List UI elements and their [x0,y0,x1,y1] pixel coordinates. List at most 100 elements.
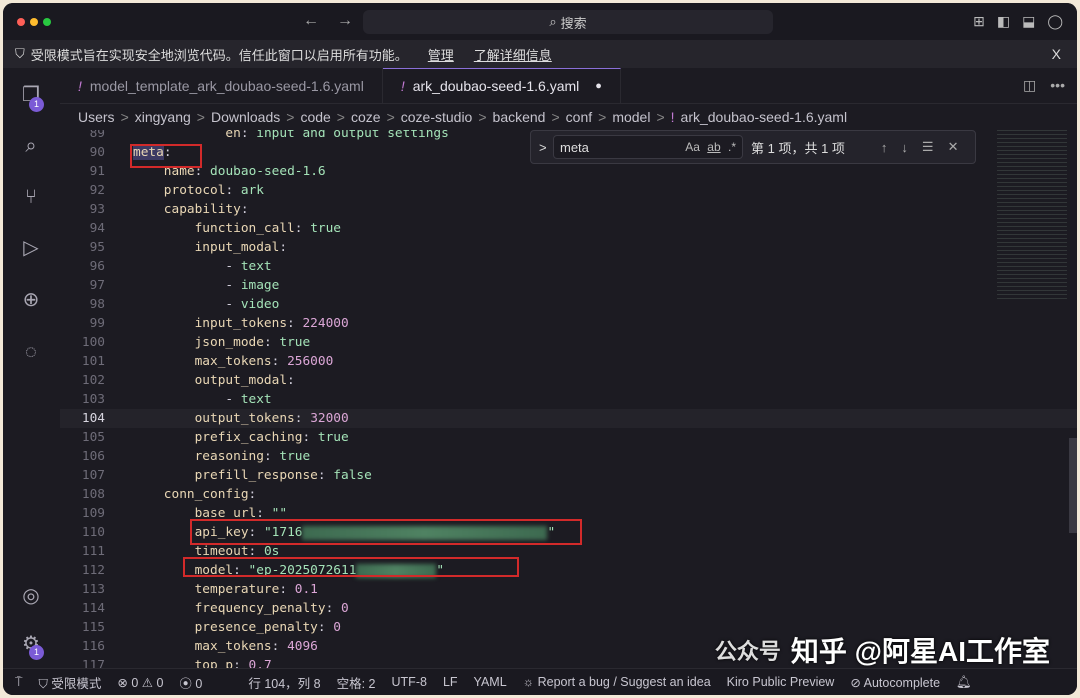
match-case-icon[interactable]: Aa [685,140,700,154]
manage-link[interactable]: 管理 [428,45,454,64]
kiro-preview-label[interactable]: Kiro Public Preview [727,675,835,689]
regex-icon[interactable]: .* [728,140,736,154]
breadcrumb-item[interactable]: backend [493,109,546,125]
banner-message: 受限模式旨在实现安全地浏览代码。信任此窗口以启用所有功能。 [30,47,408,63]
code-line[interactable]: 108 conn_config: [60,485,1077,504]
toggle-sidebar-icon[interactable]: ◧ [997,13,1010,30]
toggle-replace-button[interactable]: > [539,140,547,155]
code-line[interactable]: 95 input_modal: [60,238,1077,257]
breadcrumb-item[interactable]: xingyang [135,109,191,125]
line-content: - text [225,257,271,276]
code-line[interactable]: 93 capability: [60,200,1077,219]
status-bar: ⍑ ⛉ 受限模式 ⊗ 0 ⚠ 0 ⦿ 0 行 104，列 8 空格: 2 UTF… [3,668,1077,695]
code-line[interactable]: 96 - text [60,257,1077,276]
learn-more-link[interactable]: 了解详细信息 [474,45,552,64]
cursor-position[interactable]: 行 104，列 8 [248,673,320,692]
line-content: json_mode: true [194,335,311,350]
minimize-window-button[interactable] [30,17,38,26]
code-line[interactable]: 91 name: doubao-seed-1.6 [60,162,1077,181]
breadcrumb-item[interactable]: code [300,109,330,125]
breadcrumb-item[interactable]: Users [78,109,115,125]
code-line[interactable]: 103 - text [60,390,1077,409]
whole-word-icon[interactable]: ab [707,140,720,154]
yaml-value: doubao-seed-1.6 [210,164,326,179]
code-line[interactable]: 104 output_tokens: 32000 [60,409,1077,428]
more-actions-icon[interactable]: ••• [1050,77,1065,94]
code-line[interactable]: 114 frequency_penalty: 0 [60,599,1077,618]
previous-match-button[interactable]: ↑ [881,140,888,155]
chat-icon[interactable]: ◯ [1047,13,1063,30]
toggle-panel-icon[interactable]: ⬓ [1022,13,1035,30]
code-line[interactable]: 102 output_modal: [60,371,1077,390]
window-controls[interactable] [17,17,51,26]
line-content: prefill_response: false [194,468,372,483]
yaml-key: max_tokens [194,639,272,654]
command-search-box[interactable]: ⌕ 搜索 [363,10,773,34]
find-in-selection-button[interactable]: ☰ [922,139,934,155]
autocomplete-status[interactable]: ⊘ Autocomplete [850,675,940,690]
code-line[interactable]: 106 reasoning: true [60,447,1077,466]
highlight-box [183,557,519,577]
list-dash: - [225,297,241,312]
minimap[interactable] [997,130,1067,300]
ports-status[interactable]: ⦿ 0 [179,673,202,692]
restricted-mode-status[interactable]: ⛉ 受限模式 [39,673,102,692]
vertical-scrollbar[interactable] [1069,438,1077,533]
forward-arrow-icon[interactable]: → [337,12,353,30]
code-editor[interactable]: 89 en: input and output settings 90 meta: 91… [60,130,1077,668]
code-line[interactable]: 100 json_mode: true [60,333,1077,352]
close-find-button[interactable]: ✕ [948,139,959,155]
breadcrumb-item[interactable]: coze [351,109,381,125]
breadcrumb-item[interactable]: conf [566,109,592,125]
yaml-key: reasoning [194,449,264,464]
breadcrumb-separator: > [386,109,395,125]
problems-status[interactable]: ⊗ 0 ⚠ 0 [117,675,163,690]
back-arrow-icon[interactable]: ← [303,12,319,30]
highlight-box [190,519,582,545]
unsaved-dot-icon[interactable]: ● [595,80,602,92]
language-mode[interactable]: YAML [474,675,507,689]
maximize-window-button[interactable] [43,17,51,26]
extensions-icon[interactable]: ⊕ [19,288,43,312]
code-line[interactable]: 94 function_call: true [60,219,1077,238]
activity-bar: ❐ 1 ⌕ ⑂ ▷ ⊕ ◌ ◎ ⚙ 1 [3,68,60,668]
breadcrumb-item[interactable]: Downloads [211,109,280,125]
code-line[interactable]: 101 max_tokens: 256000 [60,352,1077,371]
tab-ark-doubao[interactable]: ! ark_doubao-seed-1.6.yaml ● [382,68,621,103]
line-number: 99 [89,316,105,331]
layout-customize-icon[interactable]: ⊞ [973,13,985,30]
encoding-status[interactable]: UTF-8 [392,675,427,689]
code-line[interactable]: 97 - image [60,276,1077,295]
editor-area: ! model_template_ark_doubao-seed-1.6.yam… [60,68,1077,668]
close-window-button[interactable] [17,17,25,26]
notifications-bell-icon[interactable]: 🔔︎ [956,675,972,690]
code-line[interactable]: 99 input_tokens: 224000 [60,314,1077,333]
remote-icon[interactable]: ⍑ [15,675,23,690]
yaml-key: temperature [194,582,280,597]
source-control-icon[interactable]: ⑂ [19,185,43,209]
line-number: 113 [81,582,105,597]
run-debug-icon[interactable]: ▷ [19,236,43,260]
code-line[interactable]: 92 protocol: ark [60,181,1077,200]
next-match-button[interactable]: ↓ [901,140,908,155]
close-banner-button[interactable]: X [1052,46,1061,62]
breadcrumb-item[interactable]: coze-studio [401,109,473,125]
code-line[interactable]: 105 prefix_caching: true [60,428,1077,447]
kiro-ghost-icon[interactable]: ◌ [19,340,43,364]
find-input[interactable]: meta Aa ab .* [553,135,743,159]
eol-status[interactable]: LF [443,675,458,689]
breadcrumb-item[interactable]: ark_doubao-seed-1.6.yaml [681,109,848,125]
report-bug-link[interactable]: ☼ Report a bug / Suggest an idea [523,675,711,689]
indentation-status[interactable]: 空格: 2 [337,673,376,692]
code-line[interactable]: 98 - video [60,295,1077,314]
code-line[interactable]: 107 prefill_response: false [60,466,1077,485]
split-editor-icon[interactable]: ◫ [1023,77,1036,94]
code-line[interactable]: 113 temperature: 0.1 [60,580,1077,599]
tab-model-template[interactable]: ! model_template_ark_doubao-seed-1.6.yam… [60,68,383,103]
search-icon[interactable]: ⌕ [19,134,43,158]
yaml-file-icon: ! [78,77,82,94]
breadcrumb-item[interactable]: model [612,109,650,125]
line-number: 91 [89,164,105,179]
yaml-value: true [279,449,311,464]
account-icon[interactable]: ◎ [19,584,43,608]
